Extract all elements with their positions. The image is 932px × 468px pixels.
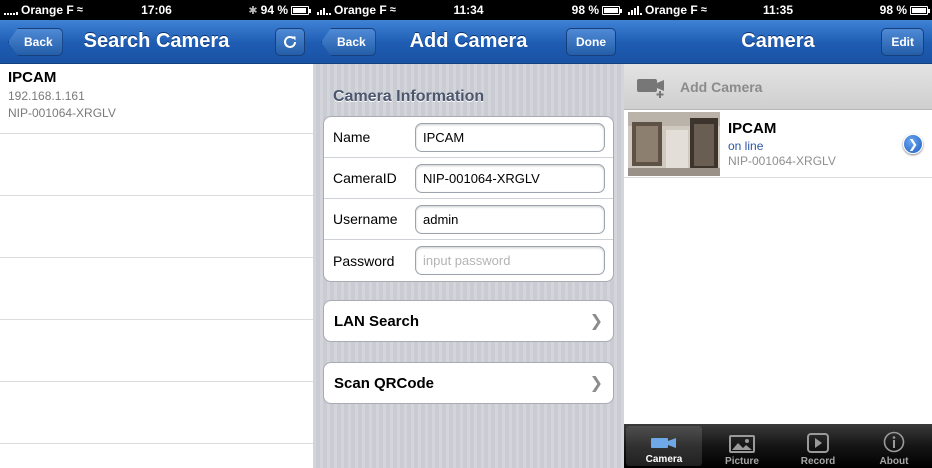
carrier-name: Orange F xyxy=(21,3,74,17)
tab-record[interactable]: Record xyxy=(780,424,856,468)
result-ip: 192.168.1.161 xyxy=(8,89,85,103)
tab-picture[interactable]: Picture xyxy=(704,424,780,468)
carrier: Orange F ≈ xyxy=(628,3,707,17)
page-title: Search Camera xyxy=(83,30,230,52)
nav-bar: Camera Edit xyxy=(624,20,932,64)
chevron-right-icon: ❯ xyxy=(589,375,603,392)
tab-label: About xyxy=(879,456,909,467)
info-icon xyxy=(883,431,905,453)
page-title: Camera xyxy=(741,30,815,52)
camera-id-row: CameraID NIP-001064-XRGLV xyxy=(324,158,613,199)
result-uid: NIP-001064-XRGLV xyxy=(8,106,116,120)
scan-qrcode-button[interactable]: Scan QRCode ❯ xyxy=(323,362,614,404)
battery-icon xyxy=(291,5,311,15)
name-label: Name xyxy=(333,129,371,145)
carrier-name: Orange F xyxy=(645,3,698,17)
carrier: Orange F ≈ xyxy=(317,3,396,17)
empty-row xyxy=(0,382,313,444)
battery-icon xyxy=(910,5,930,15)
refresh-button[interactable] xyxy=(275,28,305,56)
carrier: Orange F ≈ xyxy=(4,3,83,17)
done-button[interactable]: Done xyxy=(566,28,616,56)
camera-id-input[interactable]: NIP-001064-XRGLV xyxy=(415,163,605,193)
name-row: Name IPCAM xyxy=(324,117,613,158)
add-camera-screen: Orange F ≈ 11:34 98 % Back Add Camera Do… xyxy=(313,0,624,468)
nav-bar: Back Add Camera Done xyxy=(313,20,624,64)
password-label: Password xyxy=(333,252,395,269)
status-bar: Orange F ≈ 11:34 98 % xyxy=(313,0,624,20)
search-result-row[interactable]: IPCAM 192.168.1.161 NIP-001064-XRGLV xyxy=(0,64,313,134)
username-input[interactable]: admin xyxy=(415,204,605,234)
edit-button[interactable]: Edit xyxy=(881,28,924,56)
chevron-right-icon: ❯ xyxy=(589,313,603,330)
tab-label: Picture xyxy=(725,456,759,467)
camera-list-screen: Orange F ≈ 11:35 98 % Camera Edit Add Ca… xyxy=(624,0,932,468)
picture-icon xyxy=(729,435,755,453)
password-row: Password input password xyxy=(324,240,613,281)
camera-uid: NIP-001064-XRGLV xyxy=(728,153,836,168)
clock: 17:06 xyxy=(141,3,172,17)
bluetooth-icon: ✱ xyxy=(248,4,258,17)
battery-percent: 98 % xyxy=(571,3,599,17)
search-camera-screen: Orange F ≈ 17:06 ✱ 94 % Back Search Came… xyxy=(0,0,313,468)
carrier-name: Orange F xyxy=(334,3,387,17)
record-icon xyxy=(807,433,829,453)
empty-row xyxy=(0,134,313,196)
empty-row xyxy=(0,320,313,382)
username-label: Username xyxy=(333,211,398,227)
clock: 11:34 xyxy=(453,3,484,17)
page-title: Add Camera xyxy=(409,30,528,52)
status-bar: Orange F ≈ 11:35 98 % xyxy=(624,0,932,20)
camera-info-form: Name IPCAM CameraID NIP-001064-XRGLV Use… xyxy=(323,116,614,282)
tab-label: Camera xyxy=(645,454,683,465)
result-name: IPCAM xyxy=(8,69,57,86)
tab-about[interactable]: About xyxy=(856,424,932,468)
detail-disclosure-icon[interactable]: ❯ xyxy=(903,134,923,154)
empty-row xyxy=(0,258,313,320)
empty-row xyxy=(0,196,313,258)
battery-percent: 98 % xyxy=(879,3,907,17)
password-input[interactable]: input password xyxy=(415,246,605,275)
clock: 11:35 xyxy=(762,3,794,17)
lan-search-label: LAN Search xyxy=(334,312,420,330)
status-bar: Orange F ≈ 17:06 ✱ 94 % xyxy=(0,0,313,20)
nav-bar: Back Search Camera xyxy=(0,20,313,64)
refresh-icon xyxy=(284,35,296,48)
wifi-icon: ≈ xyxy=(700,4,707,16)
scan-qrcode-label: Scan QRCode xyxy=(334,374,435,392)
username-row: Username admin xyxy=(324,199,613,240)
camera-status: on line xyxy=(728,138,764,153)
add-camera-label: Add Camera xyxy=(680,78,763,95)
battery-percent: 94 % xyxy=(260,3,288,17)
camera-thumbnail xyxy=(628,111,720,176)
signal-icon xyxy=(628,5,642,15)
wifi-icon: ≈ xyxy=(389,4,396,16)
tab-bar: Camera Picture Record About xyxy=(624,424,932,468)
camera-list-item[interactable]: IPCAM on line NIP-001064-XRGLV ❯ xyxy=(624,110,932,178)
camera-name: IPCAM xyxy=(728,119,777,137)
wifi-icon: ≈ xyxy=(76,4,83,16)
camera-id-label: CameraID xyxy=(333,170,397,186)
signal-icon xyxy=(4,6,18,15)
lan-search-button[interactable]: LAN Search ❯ xyxy=(323,300,614,342)
back-button[interactable]: Back xyxy=(321,28,376,56)
camera-icon xyxy=(651,438,676,448)
tab-label: Record xyxy=(800,456,836,467)
section-title: Camera Information xyxy=(333,88,485,105)
back-button[interactable]: Back xyxy=(8,28,63,56)
name-input[interactable]: IPCAM xyxy=(415,122,605,152)
tab-camera[interactable]: Camera xyxy=(626,426,702,466)
add-camera-row[interactable]: Add Camera xyxy=(624,64,932,110)
add-camera-icon xyxy=(637,78,664,98)
signal-icon xyxy=(317,6,331,15)
battery-icon xyxy=(602,5,622,15)
